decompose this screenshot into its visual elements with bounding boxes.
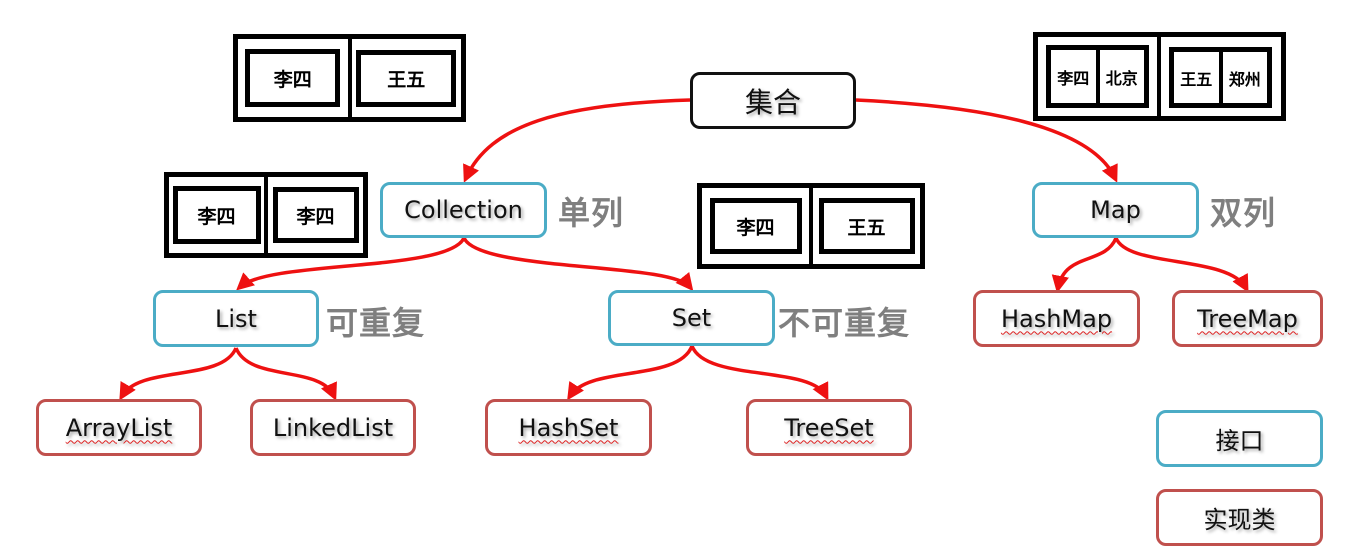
element-text: 王五 xyxy=(387,68,426,91)
list-label: List xyxy=(215,304,257,333)
impl-node-hashmap[interactable]: HashMap xyxy=(973,290,1140,347)
element-text: 李四 xyxy=(736,216,775,239)
example-top-left: 李四 王五 xyxy=(233,34,466,122)
map-key: 李四 xyxy=(1057,68,1090,88)
element-text: 李四 xyxy=(273,68,312,91)
arrow-set-to-treeset xyxy=(690,345,829,401)
interface-node-set[interactable]: Set xyxy=(608,290,775,346)
example-set: 李四 王五 xyxy=(697,183,925,269)
collection-note: 单列 xyxy=(558,194,625,232)
arraylist-label: ArrayList xyxy=(65,413,173,442)
example-collection: 李四 李四 xyxy=(164,172,368,258)
impl-node-arraylist[interactable]: ArrayList xyxy=(36,399,202,456)
impl-node-linkedlist[interactable]: LinkedList xyxy=(250,399,416,456)
element-text: 王五 xyxy=(847,216,886,239)
element-text: 李四 xyxy=(197,205,236,228)
legend-implementation-label: 实现类 xyxy=(1203,506,1276,534)
treeset-label: TreeSet xyxy=(784,413,874,442)
arrow-list-to-linkedlist xyxy=(234,347,337,401)
treemap-label: TreeMap xyxy=(1197,304,1298,333)
example-cell: 李四 xyxy=(702,188,809,264)
example-cell: 李四 xyxy=(264,177,363,253)
map-value: 郑州 xyxy=(1218,52,1268,103)
interface-node-collection[interactable]: Collection xyxy=(380,182,547,238)
example-element: 李四 xyxy=(172,186,261,244)
impl-node-treemap[interactable]: TreeMap xyxy=(1172,290,1323,347)
root-node-collections[interactable]: 集合 xyxy=(690,72,856,129)
linkedlist-label: LinkedList xyxy=(272,413,394,442)
list-note: 可重复 xyxy=(326,304,426,342)
example-cell: 李四 xyxy=(238,39,348,117)
arrow-root-to-collection xyxy=(463,98,691,183)
example-element: 李四 xyxy=(245,49,341,107)
arrow-collection-to-set xyxy=(462,236,694,292)
example-element: 王五 xyxy=(356,49,457,107)
map-note: 双列 xyxy=(1210,194,1277,232)
impl-node-hashset[interactable]: HashSet xyxy=(485,399,652,456)
legend-interface: 接口 xyxy=(1156,410,1323,467)
root-label: 集合 xyxy=(744,85,801,119)
map-label: Map xyxy=(1090,196,1141,224)
collection-label: Collection xyxy=(404,196,523,224)
example-cell: 王五 xyxy=(809,188,920,264)
hashset-label: HashSet xyxy=(518,413,619,442)
map-entry-cell: 王五 郑州 xyxy=(1157,37,1281,116)
map-entry: 王五 郑州 xyxy=(1169,47,1272,108)
arrow-list-to-arraylist xyxy=(119,347,238,401)
legend-implementation: 实现类 xyxy=(1156,489,1323,546)
map-value: 北京 xyxy=(1095,50,1145,103)
element-text: 李四 xyxy=(296,205,335,228)
example-cell: 王五 xyxy=(347,39,462,117)
example-cell: 李四 xyxy=(169,177,264,253)
example-element: 王五 xyxy=(818,198,915,254)
example-map: 李四 北京 王五 郑州 xyxy=(1033,32,1286,121)
set-label: Set xyxy=(671,304,712,332)
interface-node-map[interactable]: Map xyxy=(1032,182,1199,238)
set-note: 不可重复 xyxy=(778,304,911,342)
arrow-set-to-hashset xyxy=(567,345,694,401)
example-element: 李四 xyxy=(272,187,359,243)
impl-node-treeset[interactable]: TreeSet xyxy=(746,399,912,456)
example-element: 李四 xyxy=(709,198,802,254)
map-entry: 李四 北京 xyxy=(1046,45,1149,108)
hashmap-label: HashMap xyxy=(1000,304,1113,333)
arrow-map-to-treemap xyxy=(1114,237,1249,293)
map-key: 王五 xyxy=(1180,69,1213,89)
map-entry-cell: 李四 北京 xyxy=(1038,37,1157,116)
legend-interface-label: 接口 xyxy=(1215,427,1264,455)
interface-node-list[interactable]: List xyxy=(153,290,319,347)
arrow-map-to-hashmap xyxy=(1051,237,1118,294)
